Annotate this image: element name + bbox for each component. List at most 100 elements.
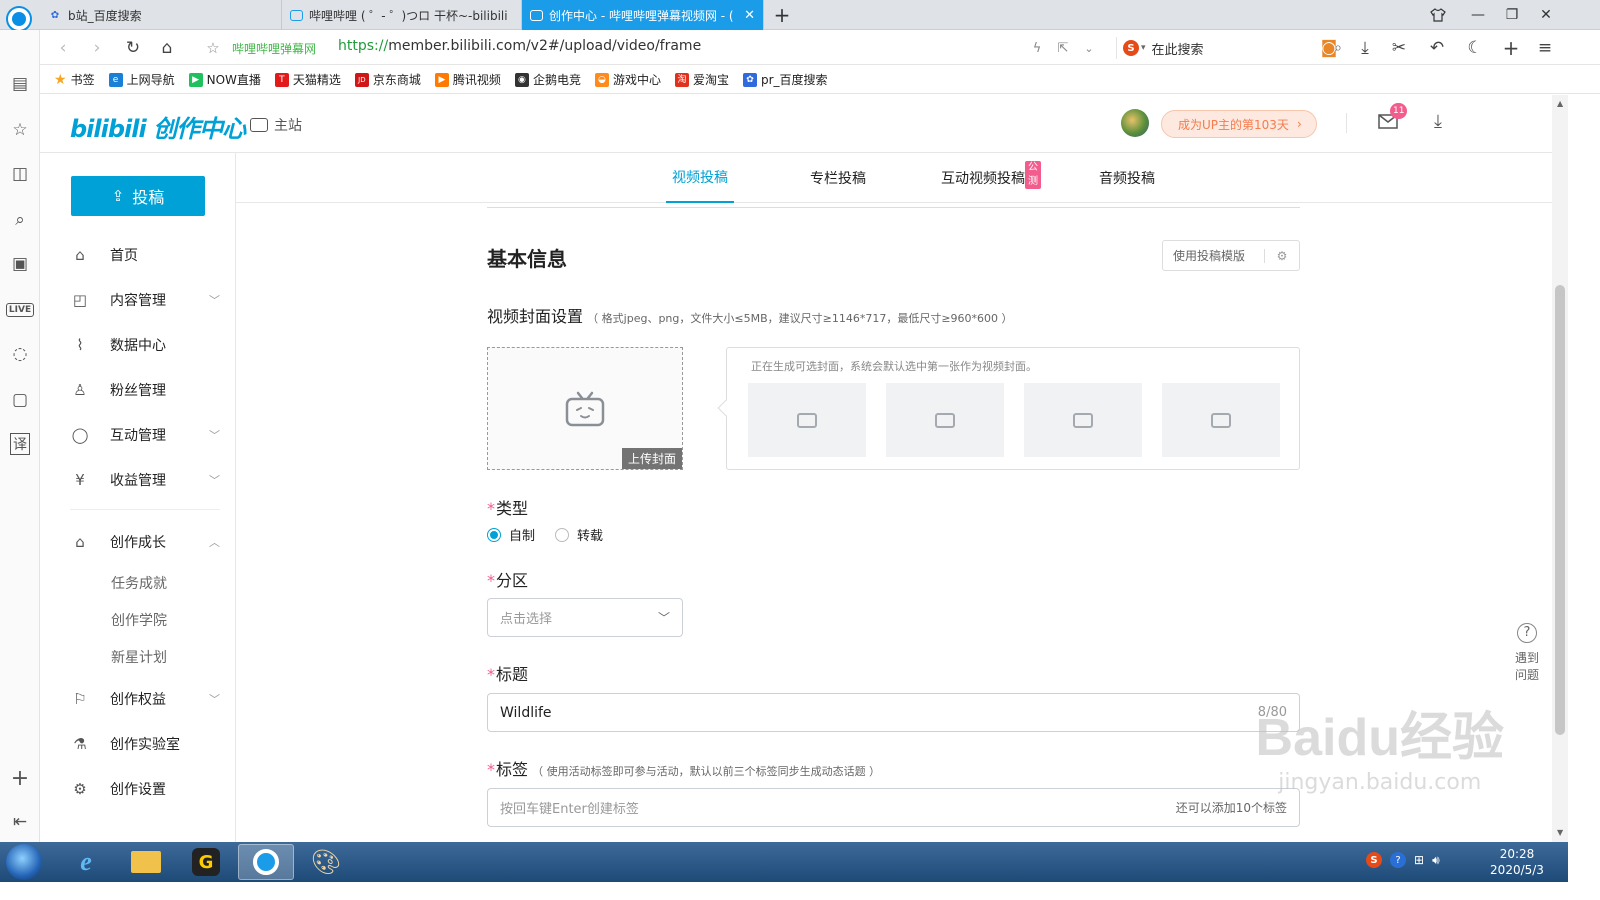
sidebar-item-data[interactable]: ⌇ 数据中心 — [70, 330, 220, 360]
gamepad-icon[interactable]: ◙ — [1316, 35, 1342, 61]
bookmark-star-icon[interactable]: ☆ — [200, 35, 226, 61]
bookmark-item[interactable]: ▶ 腾讯视频 — [434, 71, 501, 88]
menu-icon[interactable]: ≡ — [1532, 35, 1558, 61]
sidebar-item-lab[interactable]: ⚗ 创作实验室 — [70, 729, 220, 759]
search-icon[interactable]: ⌕ — [8, 208, 32, 232]
bookmark-item[interactable]: e 上网导航 — [108, 71, 175, 88]
title-input[interactable]: Wildlife 8/80 — [487, 693, 1300, 732]
cover-thumbnail[interactable] — [886, 383, 1004, 457]
add-icon[interactable]: + — [1498, 35, 1524, 61]
network-icon[interactable]: ⊞ — [1414, 853, 1424, 867]
sidebar-subitem[interactable]: 创作学院 — [111, 608, 167, 632]
chat-bubble-icon[interactable]: ◌ — [8, 342, 32, 366]
download-icon[interactable]: ⤓ — [1434, 111, 1442, 132]
bookmark-item[interactable]: ✿ pr_百度搜索 — [742, 71, 828, 88]
sidebar-item-home[interactable]: ⌂ 首页 — [70, 240, 220, 270]
zone-select[interactable]: 点击选择 ﹀ — [487, 598, 683, 637]
tab-article[interactable]: 专栏投稿 — [810, 153, 866, 203]
bookmark-item[interactable]: ▶ NOW直播 — [188, 71, 261, 88]
tab-interactive-video[interactable]: 互动视频投稿 公测 — [941, 153, 1041, 203]
clock[interactable]: 20:28 2020/5/3 — [1482, 846, 1552, 878]
sidebar-item-fans[interactable]: ♙ 粉丝管理 — [70, 375, 220, 405]
browser-taskbar-icon[interactable] — [238, 844, 294, 880]
sidebar-subitem[interactable]: 任务成就 — [111, 571, 167, 595]
bookmark-item[interactable]: ★ 书签 — [54, 71, 95, 88]
scissors-icon[interactable]: ✂ — [1386, 35, 1412, 61]
upload-cover-label[interactable]: 上传封面 — [621, 448, 682, 469]
start-button[interactable] — [6, 844, 42, 880]
briefcase-icon[interactable]: ▢ — [8, 388, 32, 412]
restore-icon[interactable]: ❐ — [1498, 3, 1526, 27]
close-tab-icon[interactable]: ✕ — [744, 8, 755, 23]
scrollbar-thumb[interactable] — [1555, 285, 1565, 735]
avatar[interactable] — [1121, 109, 1149, 137]
translate-icon[interactable]: 译 — [8, 432, 32, 456]
app-taskbar-icon[interactable]: G — [178, 844, 234, 880]
shirt-icon[interactable] — [1424, 3, 1452, 27]
star-icon[interactable]: ☆ — [8, 118, 32, 142]
download-icon[interactable]: ⤓ — [1352, 35, 1378, 61]
bookmark-item[interactable]: ◒ 游戏中心 — [594, 71, 661, 88]
template-button[interactable]: 使用投稿模版 ⚙ — [1162, 240, 1300, 271]
tab-video[interactable]: 视频投稿 — [666, 153, 734, 203]
add-icon[interactable]: + — [8, 766, 32, 791]
refresh-icon[interactable]: ↻ — [120, 35, 146, 61]
gear-icon[interactable]: ⚙ — [1265, 249, 1299, 263]
cover-thumbnail[interactable] — [748, 383, 866, 457]
collapse-dock-icon[interactable]: ⇤ — [8, 810, 32, 834]
cover-upload-area[interactable]: 上传封面 — [487, 347, 683, 470]
sidebar-item-rights[interactable]: ⚐ 创作权益 ﹀ — [70, 684, 220, 714]
bilibili-creator-logo[interactable]: bilibili 创作中心 — [70, 109, 246, 144]
type-radio-repost[interactable]: 转载 — [555, 525, 603, 544]
scroll-up-icon[interactable]: ▲ — [1557, 99, 1563, 108]
undo-icon[interactable]: ↶ — [1424, 35, 1450, 61]
sidebar-item-revenue[interactable]: ¥ 收益管理 ﹀ — [70, 465, 220, 495]
up-days-badge[interactable]: 成为UP主的第103天 › — [1161, 110, 1317, 138]
back-icon[interactable]: ‹ — [50, 35, 76, 61]
bookmark-item[interactable]: T 天猫精选 — [274, 71, 341, 88]
sidebar-item-content[interactable]: ◰ 内容管理 ﹀ — [70, 285, 220, 315]
volume-icon[interactable]: 🔊︎ — [1432, 853, 1440, 868]
sidebar-subitem[interactable]: 新星计划 — [111, 645, 167, 669]
mail-button[interactable]: 11 — [1378, 103, 1408, 131]
sidebar-item-settings[interactable]: ⚙ 创作设置 — [70, 774, 220, 804]
tab-audio[interactable]: 音频投稿 — [1099, 153, 1155, 203]
help-tray-icon[interactable]: ? — [1390, 852, 1406, 868]
ie-taskbar-icon[interactable]: e — [58, 844, 114, 880]
live-icon[interactable]: LIVE — [5, 298, 35, 322]
forward-icon[interactable]: › — [84, 35, 110, 61]
type-radio-self[interactable]: 自制 — [487, 525, 535, 544]
browser-tab[interactable]: ✿ b站_百度搜索 — [40, 0, 282, 30]
bookmark-item[interactable]: ◉ 企鹅电竞 — [514, 71, 581, 88]
upload-button[interactable]: ⇪ 投稿 — [71, 176, 205, 216]
sidebar-item-interaction[interactable]: ◯ 互动管理 ﹀ — [70, 420, 220, 450]
cover-thumbnail[interactable] — [1024, 383, 1142, 457]
browser-tab-active[interactable]: 创作中心 - 哔哩哔哩弹幕视频网 - ( ✕ — [522, 0, 764, 30]
tags-input[interactable]: 按回车键Enter创建标签 还可以添加10个标签 — [487, 788, 1300, 827]
minimize-icon[interactable]: — — [1464, 3, 1492, 27]
bookmark-item[interactable]: 淘爱淘宝 — [674, 71, 729, 88]
scroll-down-icon[interactable]: ▼ — [1557, 828, 1563, 837]
night-mode-icon[interactable]: ☾ — [1462, 35, 1488, 61]
lightning-icon[interactable]: ϟ — [1024, 35, 1050, 61]
explorer-taskbar-icon[interactable] — [118, 844, 174, 880]
paint-taskbar-icon[interactable]: 🎨︎ — [298, 844, 354, 880]
close-window-icon[interactable]: ✕ — [1532, 3, 1560, 27]
home-icon[interactable]: ⌂ — [154, 35, 180, 61]
browser-tab[interactable]: 哔哩哔哩 ( ゜- ゜)つロ 干杯~-bilibili — [282, 0, 522, 30]
bookmark-item[interactable]: JD 京东商城 — [354, 71, 421, 88]
main-site-link[interactable]: 主站 — [250, 115, 302, 135]
news-icon[interactable]: ▤ — [8, 72, 32, 96]
book-icon[interactable]: ◫ — [8, 162, 32, 186]
sogou-tray-icon[interactable]: S — [1366, 852, 1382, 868]
chevron-down-icon[interactable]: ⌄ — [1076, 35, 1102, 61]
help-button[interactable]: ? 遇到 问题 — [1512, 623, 1542, 683]
sidebar-item-growth[interactable]: ⌂ 创作成长 ︿ — [70, 527, 220, 557]
search-box[interactable]: S ▾ 在此搜索 ⌕ — [1116, 37, 1342, 59]
share-icon[interactable]: ⇱ — [1050, 35, 1076, 61]
video-icon[interactable]: ▣ — [8, 252, 32, 276]
page-scrollbar[interactable]: ▲ ▼ — [1552, 95, 1568, 842]
new-tab-icon[interactable]: + — [768, 3, 796, 27]
url-input[interactable]: https://member.bilibili.com/v2#/upload/v… — [338, 38, 701, 54]
cover-thumbnail[interactable] — [1162, 383, 1280, 457]
